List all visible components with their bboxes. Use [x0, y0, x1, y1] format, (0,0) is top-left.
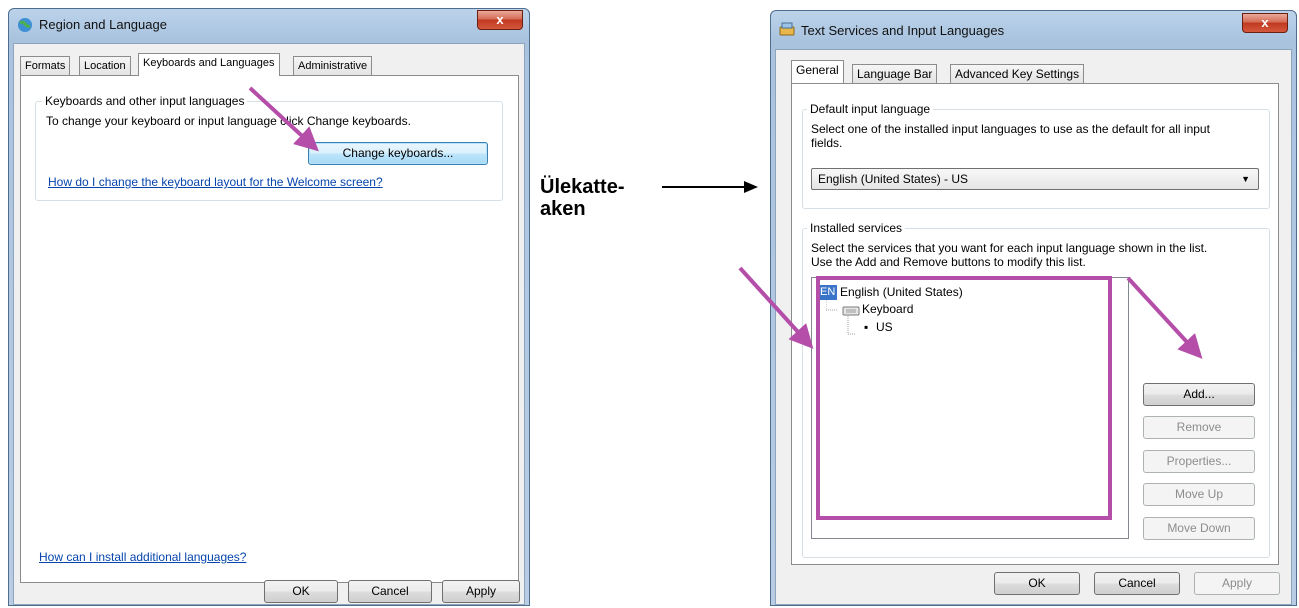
highlight-installed-services — [816, 276, 1112, 520]
annotation-overlay — [248, 86, 1203, 520]
tab-general[interactable]: General — [791, 60, 844, 83]
arrow-to-change-keyboards — [248, 86, 319, 152]
arrow-to-add-button — [1126, 276, 1203, 359]
arrow-to-tree — [738, 266, 814, 349]
tab-keyboards-and-languages[interactable]: Keyboards and Languages — [138, 53, 280, 76]
